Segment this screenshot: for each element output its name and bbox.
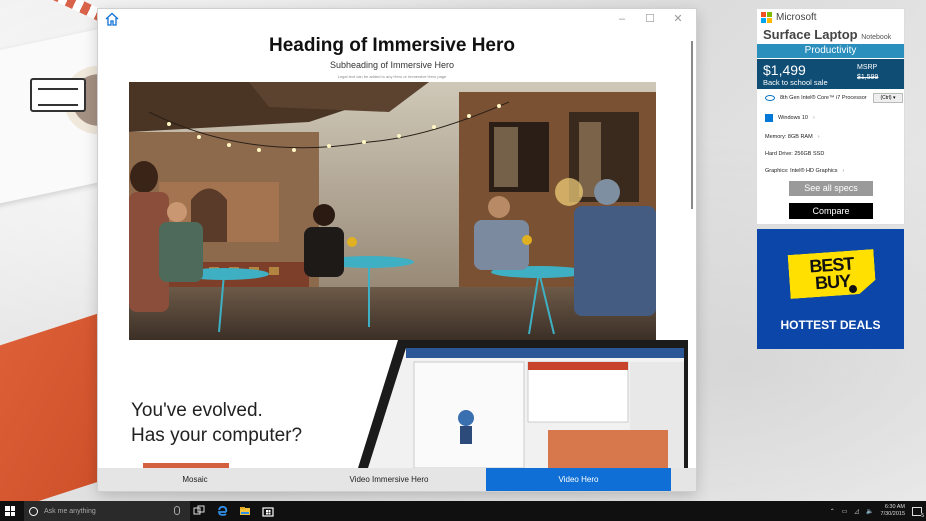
notification-count: 5 <box>921 512 924 519</box>
tab-video-hero[interactable]: Video Hero <box>486 468 671 491</box>
spec-os[interactable]: Windows 10 › <box>765 114 815 122</box>
promo-line-1: You've evolved. <box>131 400 263 421</box>
app-window: – ☐ ✕ Heading of Immersive Hero Subheadi… <box>98 9 696 491</box>
surface-laptop-ad[interactable]: Microsoft Surface Laptop Notebook Produc… <box>757 9 904 224</box>
spec-hard-drive: Hard Drive: 256GB SSD <box>765 151 824 157</box>
volume-icon[interactable]: 🔈 <box>866 508 873 515</box>
best-buy-tagline: HOTTEST DEALS <box>780 318 881 332</box>
hero-subheading: Subheading of Immersive Hero <box>329 60 455 70</box>
windows-icon <box>765 114 773 122</box>
microsoft-logo: Microsoft <box>761 12 817 23</box>
spec-memory[interactable]: Memory: 8GB RAM › <box>765 134 820 140</box>
spec-os-text: Windows 10 <box>778 115 808 121</box>
tab-video-immersive-hero[interactable]: Video Immersive Hero <box>292 468 486 491</box>
microphone-icon[interactable] <box>174 506 180 515</box>
minimize-button[interactable]: – <box>608 11 636 27</box>
laptop-image <box>358 340 688 468</box>
promo-line-2: Has your computer? <box>131 425 303 446</box>
product-type: Notebook <box>861 34 892 41</box>
product-name: Surface Laptop <box>763 27 858 42</box>
chevron-right-icon: › <box>817 134 820 140</box>
price: $1,499 <box>763 62 806 78</box>
system-tray: ⌃ ▭ ◿ 🔈 6:30 AM 7/30/2015 5 <box>830 501 924 521</box>
clock-time: 6:30 AM <box>884 504 905 510</box>
clock-date: 7/30/2015 <box>880 511 905 517</box>
intel-icon <box>765 95 775 101</box>
ctrl-paste-badge[interactable]: (Ctrl) ▾ <box>873 93 903 103</box>
best-buy-logo-line-2: BUY <box>814 270 851 294</box>
promo-text: You've evolved. Has your computer? <box>131 398 302 448</box>
chevron-up-icon[interactable]: ⌃ <box>830 508 835 515</box>
msrp-label: MSRP <box>857 64 878 71</box>
scrollbar[interactable] <box>691 41 693 209</box>
hero-legal-text: Legal text can be added to any Hero or I… <box>337 74 447 79</box>
microsoft-brand-text: Microsoft <box>776 12 817 23</box>
action-center-icon[interactable]: 5 <box>912 506 924 519</box>
spec-hard-drive-text: Hard Drive: 256GB SSD <box>765 151 825 157</box>
chevron-right-icon: › <box>812 115 815 121</box>
microsoft-logo-icon <box>761 12 772 23</box>
chevron-right-icon: › <box>842 168 845 174</box>
taskbar: Ask me anything ⌃ ▭ ◿ 🔈 6:30 AM 7/30/201… <box>0 501 926 521</box>
window-controls: – ☐ ✕ <box>608 11 692 27</box>
see-all-specs-button[interactable]: See all specs <box>789 181 873 196</box>
category-bar: Productivity <box>757 44 904 58</box>
product-title: Surface Laptop Notebook <box>763 27 891 42</box>
spec-processor: 8th Gen Intel® Core™ i7 Processor <box>765 95 867 101</box>
clock[interactable]: 6:30 AM 7/30/2015 <box>881 504 905 518</box>
spec-memory-text: Memory: 8GB RAM <box>765 134 813 140</box>
battery-icon[interactable]: ▭ <box>842 508 848 515</box>
msrp-price: $1,599 <box>857 74 879 81</box>
bottom-tab-bar: Mosaic Video Immersive Hero Video Hero <box>98 468 696 491</box>
close-button[interactable]: ✕ <box>664 11 692 27</box>
cortana-icon <box>29 506 38 516</box>
compare-button[interactable]: Compare <box>789 203 873 219</box>
start-button[interactable] <box>5 506 15 516</box>
tab-mosaic[interactable]: Mosaic <box>98 468 292 491</box>
best-buy-logo: BEST BUY <box>788 249 877 299</box>
sale-text: Back to school sale <box>763 78 828 87</box>
edge-icon[interactable] <box>216 505 228 517</box>
spec-graphics-text: Graphics: Intel® HD Graphics <box>765 168 838 174</box>
hero-image <box>129 82 656 340</box>
spec-processor-text: 8th Gen Intel® Core™ i7 Processor <box>780 95 867 101</box>
desktop-sketch-drawing <box>30 78 86 112</box>
task-view-icon[interactable] <box>193 505 205 517</box>
hero-heading: Heading of Immersive Hero <box>268 35 516 56</box>
file-explorer-icon[interactable] <box>239 505 251 517</box>
best-buy-ad[interactable]: BEST BUY HOTTEST DEALS <box>757 229 904 349</box>
store-icon[interactable] <box>262 505 274 517</box>
search-placeholder: Ask me anything <box>44 507 96 515</box>
price-box: $1,499 Back to school sale MSRP $1,599 <box>757 59 904 89</box>
maximize-button[interactable]: ☐ <box>636 11 664 27</box>
promo-section: You've evolved. Has your computer? <box>98 340 696 468</box>
network-icon[interactable]: ◿ <box>854 508 859 515</box>
spec-graphics[interactable]: Graphics: Intel® HD Graphics › <box>765 168 844 174</box>
home-icon[interactable] <box>104 11 120 27</box>
search-box[interactable]: Ask me anything <box>24 501 190 521</box>
